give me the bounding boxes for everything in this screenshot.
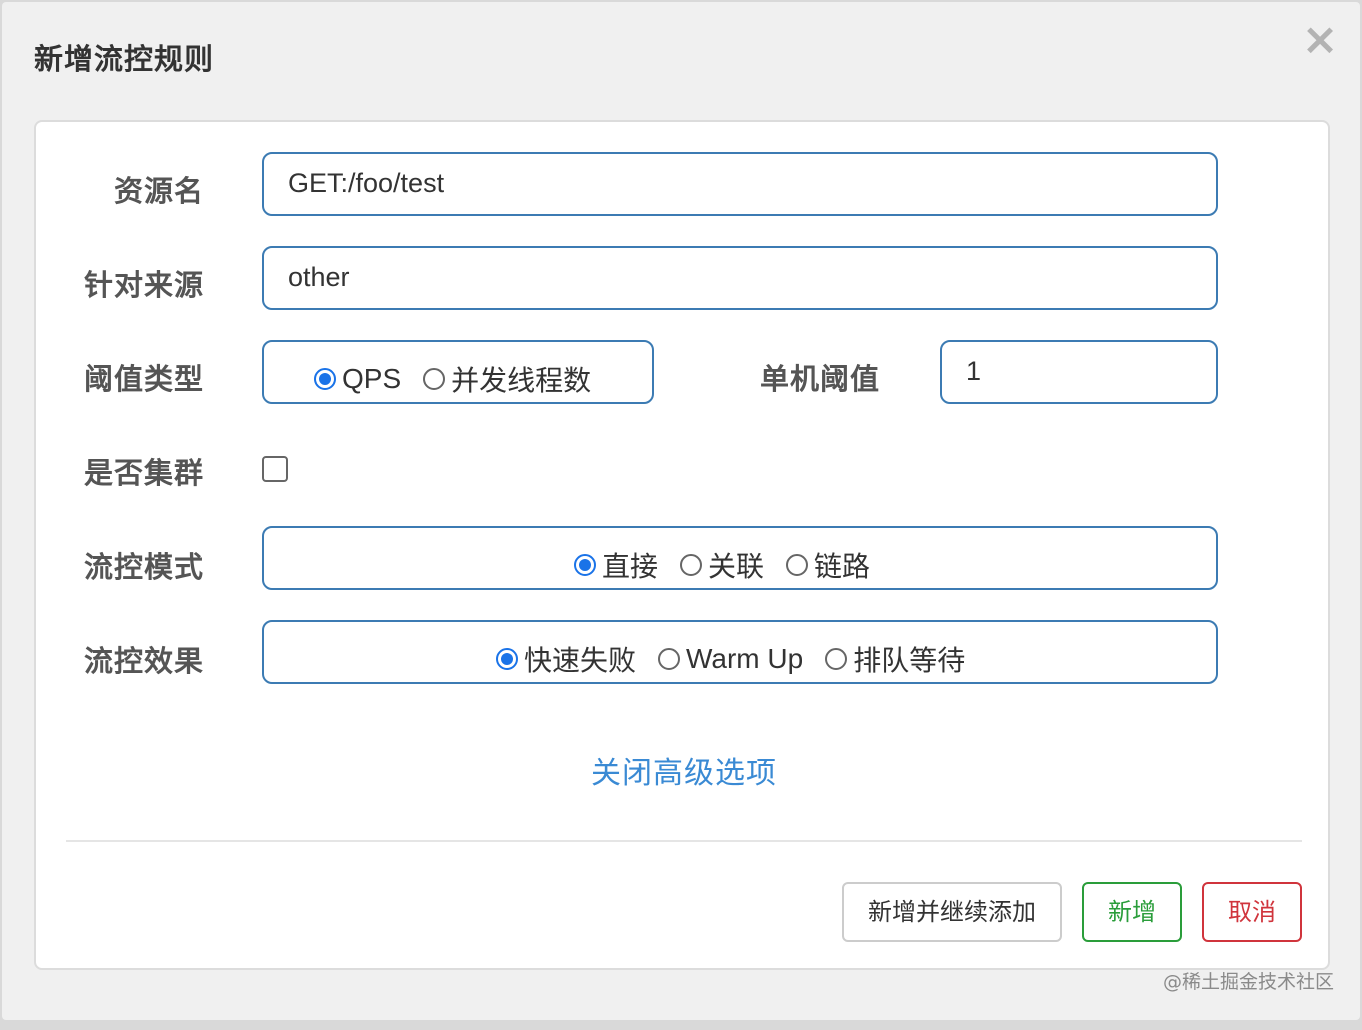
radio-fail-fast[interactable]: 快速失败	[496, 639, 636, 679]
resource-input[interactable]: GET:/foo/test	[262, 152, 1218, 216]
radio-fail-fast-label: 快速失败	[524, 645, 637, 676]
resource-value: GET:/foo/test	[288, 168, 445, 198]
radio-unselected-icon	[786, 554, 809, 576]
radio-direct-label: 直接	[602, 551, 659, 582]
radio-queue-label: 排队等待	[853, 645, 966, 676]
control-mode-label: 流控模式	[83, 550, 204, 584]
radio-thread-count-label: 并发线程数	[451, 365, 592, 396]
radio-relate-label: 关联	[708, 551, 765, 582]
form-panel: 资源名 GET:/foo/test 针对来源 other 阈值类型 QPS 并发…	[34, 120, 1330, 970]
radio-warm-up-label: Warm Up	[686, 643, 804, 674]
radio-qps-label: QPS	[342, 363, 402, 394]
radio-warm-up[interactable]: Warm Up	[658, 643, 803, 675]
radio-chain-label: 链路	[814, 551, 871, 582]
radio-selected-icon	[574, 554, 596, 576]
threshold-label: 单机阈值	[759, 362, 880, 396]
threshold-type-label: 阈值类型	[83, 362, 204, 396]
add-flow-rule-dialog: 新增流控规则 × 资源名 GET:/foo/test 针对来源 other 阈值…	[2, 2, 1360, 1020]
radio-selected-icon	[496, 648, 518, 670]
radio-selected-icon	[314, 368, 336, 390]
threshold-input[interactable]: 1	[940, 340, 1218, 404]
control-effect-group: 快速失败 Warm Up 排队等待	[262, 620, 1218, 684]
origin-label: 针对来源	[83, 268, 204, 302]
resource-label: 资源名	[113, 174, 204, 208]
radio-thread-count[interactable]: 并发线程数	[423, 359, 591, 399]
radio-chain[interactable]: 链路	[786, 545, 870, 585]
cluster-checkbox[interactable]	[262, 456, 288, 482]
watermark: @稀土掘金技术社区	[1162, 971, 1334, 993]
radio-unselected-icon	[825, 648, 848, 670]
radio-direct[interactable]: 直接	[574, 545, 658, 585]
add-button[interactable]: 新增	[1082, 882, 1182, 942]
radio-unselected-icon	[680, 554, 703, 576]
threshold-value: 1	[966, 356, 982, 386]
radio-unselected-icon	[423, 368, 446, 390]
radio-relate[interactable]: 关联	[680, 545, 764, 585]
cluster-label: 是否集群	[83, 456, 204, 490]
close-icon[interactable]: ×	[1300, 18, 1340, 62]
origin-input[interactable]: other	[262, 246, 1218, 310]
footer-divider	[66, 840, 1302, 842]
origin-value: other	[288, 262, 350, 292]
add-and-continue-button[interactable]: 新增并继续添加	[842, 882, 1062, 942]
radio-qps[interactable]: QPS	[314, 363, 401, 395]
radio-unselected-icon	[658, 648, 681, 670]
toggle-advanced-link[interactable]: 关闭高级选项	[36, 748, 1332, 792]
control-mode-group: 直接 关联 链路	[262, 526, 1218, 590]
dialog-title: 新增流控规则	[34, 42, 215, 76]
threshold-type-group: QPS 并发线程数	[262, 340, 654, 404]
cancel-button[interactable]: 取消	[1202, 882, 1302, 942]
radio-queue[interactable]: 排队等待	[825, 639, 965, 679]
control-effect-label: 流控效果	[83, 644, 204, 678]
